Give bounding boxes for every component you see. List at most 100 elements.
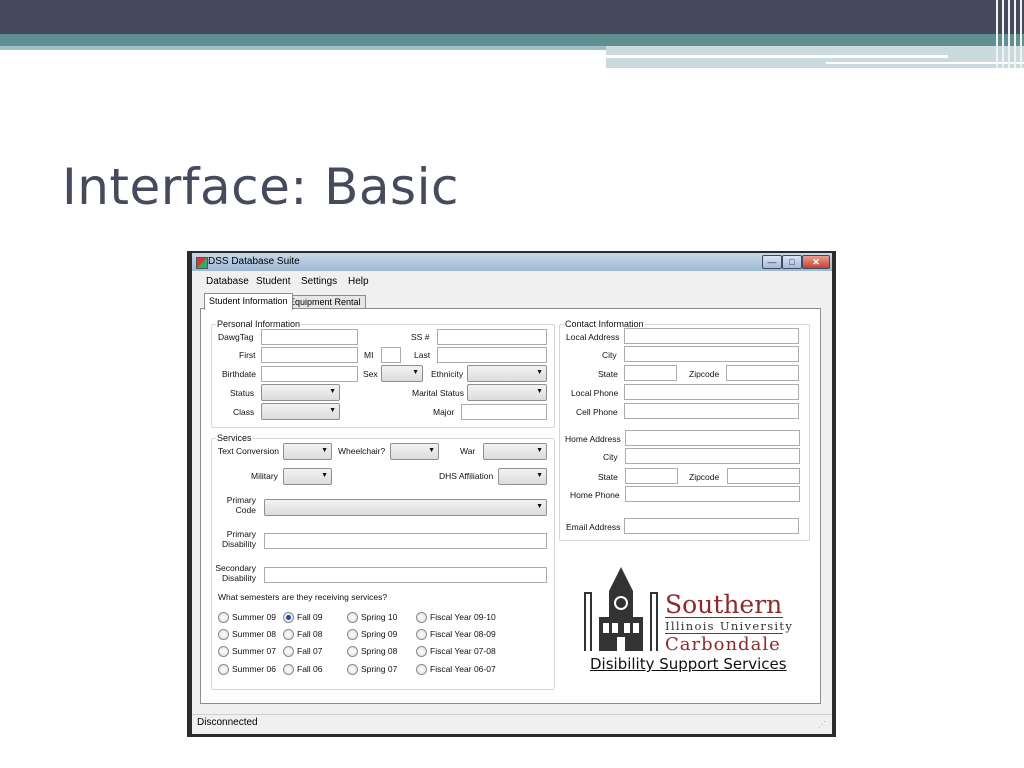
chevron-down-icon: ▼	[536, 369, 543, 376]
mi-field[interactable]	[381, 347, 401, 363]
menu-student[interactable]: Student	[256, 276, 290, 287]
city-field[interactable]	[624, 346, 799, 362]
radio-spring-08[interactable]	[347, 646, 358, 657]
secondary-disability-label-line1: Secondary	[215, 563, 256, 573]
last-name-label: Last	[414, 350, 431, 360]
local-address-field[interactable]	[624, 328, 799, 344]
menu-help[interactable]: Help	[348, 276, 369, 287]
state-field[interactable]	[624, 365, 677, 381]
personal-info-legend: Personal Information	[216, 319, 302, 329]
ethnicity-label: Ethnicity	[431, 369, 464, 379]
class-select[interactable]: ▼	[261, 403, 340, 420]
radio-summer-07[interactable]	[218, 646, 229, 657]
major-field[interactable]	[461, 404, 547, 420]
secondary-disability-field[interactable]	[264, 567, 547, 583]
radio-summer-08[interactable]	[218, 629, 229, 640]
radio-fall-06[interactable]	[283, 664, 294, 675]
home-city-field[interactable]	[625, 448, 800, 464]
app-icon	[196, 257, 208, 269]
dhs-affiliation-label: DHS Affiliation	[439, 471, 494, 481]
first-name-label: First	[239, 350, 256, 360]
cell-phone-field[interactable]	[624, 403, 799, 419]
primary-code-select[interactable]: ▼	[264, 499, 547, 516]
home-zipcode-field[interactable]	[727, 468, 800, 484]
slide-header-bar	[0, 0, 1024, 34]
home-state-label: State	[598, 472, 618, 482]
radio-fy-09-10[interactable]	[416, 612, 427, 623]
sex-select[interactable]: ▼	[381, 365, 423, 382]
minimize-button[interactable]: —	[762, 255, 782, 269]
wheelchair-label: Wheelchair?	[338, 446, 386, 456]
home-state-field[interactable]	[625, 468, 678, 484]
menu-settings[interactable]: Settings	[301, 276, 337, 287]
connection-status: Disconnected	[197, 717, 258, 728]
radio-summer-09[interactable]	[218, 612, 229, 623]
window-title: DSS Database Suite	[208, 256, 300, 267]
marital-status-select[interactable]: ▼	[467, 384, 547, 401]
radio-label: Fall 08	[297, 629, 323, 639]
status-label: Status	[230, 388, 255, 398]
maximize-button[interactable]: □	[782, 255, 802, 269]
radio-fy-06-07[interactable]	[416, 664, 427, 675]
ssn-field[interactable]	[437, 329, 547, 345]
primary-code-label-line2: Code	[235, 505, 256, 515]
chevron-down-icon: ▼	[536, 388, 543, 395]
tab-student-information[interactable]: Student Information	[204, 293, 293, 310]
primary-disability-field[interactable]	[264, 533, 547, 549]
radio-fall-07[interactable]	[283, 646, 294, 657]
radio-label: Fall 06	[297, 664, 323, 674]
mi-label: MI	[364, 350, 374, 360]
radio-label: Fiscal Year 08-09	[430, 629, 496, 639]
dhs-affiliation-select[interactable]: ▼	[498, 468, 547, 485]
zipcode-field[interactable]	[726, 365, 799, 381]
slide-header-accent-light	[0, 46, 606, 50]
home-address-label: Home Address	[565, 434, 621, 444]
clock-tower-icon	[584, 567, 658, 651]
text-conversion-select[interactable]: ▼	[283, 443, 332, 460]
chevron-down-icon: ▼	[329, 388, 336, 395]
birthdate-label: Birthdate	[222, 369, 257, 379]
chevron-down-icon: ▼	[412, 369, 419, 376]
logo-rule	[665, 617, 783, 618]
wheelchair-select[interactable]: ▼	[390, 443, 439, 460]
radio-summer-06[interactable]	[218, 664, 229, 675]
home-phone-field[interactable]	[625, 486, 800, 502]
radio-fy-07-08[interactable]	[416, 646, 427, 657]
services-legend: Services	[216, 433, 253, 443]
radio-spring-10[interactable]	[347, 612, 358, 623]
radio-label: Spring 08	[361, 646, 398, 656]
military-select[interactable]: ▼	[283, 468, 332, 485]
menu-database[interactable]: Database	[206, 276, 249, 287]
slide-header-rule	[606, 55, 948, 58]
chevron-down-icon: ▼	[536, 472, 543, 479]
ethnicity-select[interactable]: ▼	[467, 365, 547, 382]
radio-label: Summer 09	[232, 612, 276, 622]
logo-dss: Disibility Support Services	[590, 655, 787, 673]
logo-southern: Southern	[665, 590, 783, 619]
dawgtag-field[interactable]	[261, 329, 358, 345]
text-conversion-label: Text Conversion	[218, 446, 279, 456]
close-button[interactable]: ✕	[802, 255, 830, 269]
cell-phone-label: Cell Phone	[576, 407, 618, 417]
radio-label: Fall 07	[297, 646, 323, 656]
status-select[interactable]: ▼	[261, 384, 340, 401]
tab-equipment-rental[interactable]: Equipment Rental	[284, 295, 366, 309]
size-grip-icon[interactable]: ⋰	[818, 720, 826, 729]
home-phone-label: Home Phone	[570, 490, 620, 500]
radio-fall-09[interactable]	[283, 612, 294, 623]
chevron-down-icon: ▼	[536, 503, 543, 510]
radio-spring-09[interactable]	[347, 629, 358, 640]
email-label: Email Address	[566, 522, 621, 532]
local-phone-field[interactable]	[624, 384, 799, 400]
sex-label: Sex	[363, 369, 378, 379]
war-select[interactable]: ▼	[483, 443, 547, 460]
radio-fy-08-09[interactable]	[416, 629, 427, 640]
home-address-field[interactable]	[625, 430, 800, 446]
email-field[interactable]	[624, 518, 799, 534]
radio-spring-07[interactable]	[347, 664, 358, 675]
first-name-field[interactable]	[261, 347, 358, 363]
birthdate-field[interactable]	[261, 366, 358, 382]
radio-fall-08[interactable]	[283, 629, 294, 640]
primary-disability-label-line1: Primary	[226, 529, 256, 539]
last-name-field[interactable]	[437, 347, 547, 363]
